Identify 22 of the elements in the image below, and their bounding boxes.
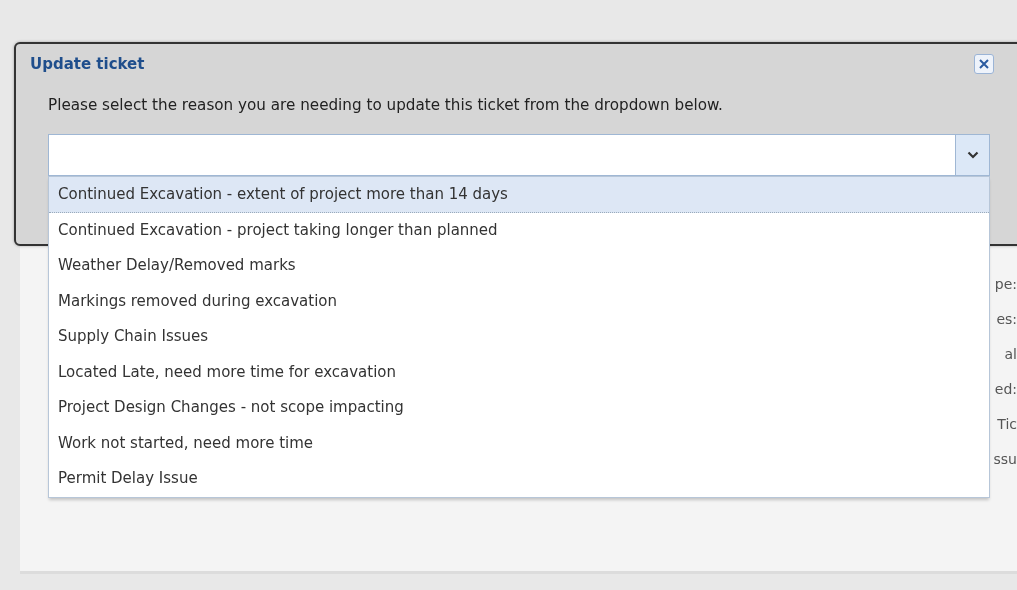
chevron-down-icon — [966, 151, 979, 159]
field-label: Tic — [997, 415, 1017, 434]
field-label: es: — [996, 310, 1017, 329]
dropdown-option[interactable]: Continued Excavation - project taking longer than planned — [49, 212, 989, 248]
dropdown-trigger[interactable] — [955, 135, 989, 175]
field-label: pe: — [994, 275, 1017, 294]
dropdown-option[interactable]: Continued Excavation - extent of project more than 14 days — [49, 177, 989, 213]
reason-dropdown[interactable] — [48, 134, 990, 176]
dropdown-option[interactable]: Project Design Changes - not scope impacting — [49, 390, 989, 426]
field-label: ed: — [994, 380, 1017, 399]
dialog-message: Please select the reason you are needing to update this ticket from the dropdown below. — [48, 96, 724, 114]
field-label: al — [1004, 345, 1017, 364]
dropdown-option[interactable]: Located Late, need more time for excavation — [49, 354, 989, 390]
dropdown-option[interactable]: Work not started, need more time — [49, 425, 989, 461]
field-label: ssu — [993, 450, 1017, 469]
dropdown-option[interactable]: Supply Chain Issues — [49, 319, 989, 355]
close-icon — [978, 58, 990, 70]
dropdown-option[interactable]: Permit Delay Issue — [49, 461, 989, 497]
dropdown-option[interactable]: Markings removed during excavation — [49, 283, 989, 319]
dialog-title: Update ticket — [30, 55, 145, 73]
dropdown-option[interactable]: Weather Delay/Removed marks — [49, 248, 989, 284]
close-button[interactable] — [974, 54, 994, 74]
